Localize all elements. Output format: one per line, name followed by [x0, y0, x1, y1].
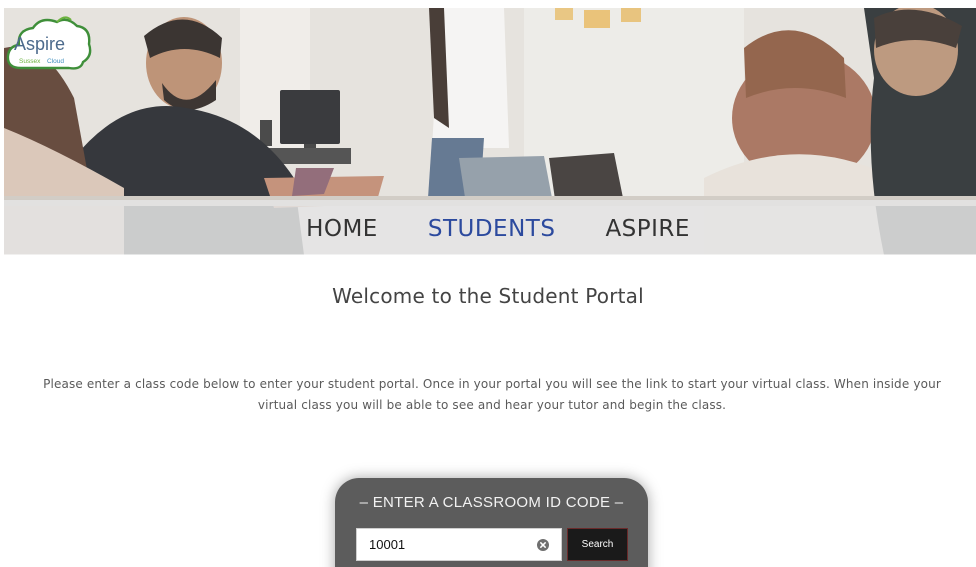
hero-banner: HOME STUDENTS ASPIRE — [4, 8, 976, 255]
nav-home[interactable]: HOME — [306, 214, 378, 242]
logo-text: Aspire — [14, 34, 65, 54]
page-title: Welcome to the Student Portal — [332, 284, 644, 308]
logo-sub-left: Sussex — [19, 58, 41, 65]
search-button[interactable]: Search — [567, 528, 628, 561]
nav-aspire[interactable]: ASPIRE — [605, 214, 690, 242]
clear-circle-icon[interactable] — [537, 539, 549, 551]
cloud-logo-icon: Aspire Sussex Cloud — [6, 16, 92, 70]
page: HOME STUDENTS ASPIRE Aspire Sussex Cloud… — [0, 0, 976, 567]
aspire-logo[interactable]: Aspire Sussex Cloud — [5, 14, 93, 76]
logo-sub-right: Cloud — [47, 58, 64, 65]
classroom-code-field[interactable] — [356, 528, 562, 561]
classroom-code-panel: – ENTER A CLASSROOM ID CODE – Search — [335, 478, 648, 567]
nav-students[interactable]: STUDENTS — [428, 214, 556, 242]
main-nav: HOME STUDENTS ASPIRE — [4, 200, 976, 255]
intro-text: Please enter a class code below to enter… — [43, 377, 941, 412]
panel-title: – ENTER A CLASSROOM ID CODE – — [359, 494, 624, 511]
classroom-code-input[interactable] — [357, 529, 533, 560]
